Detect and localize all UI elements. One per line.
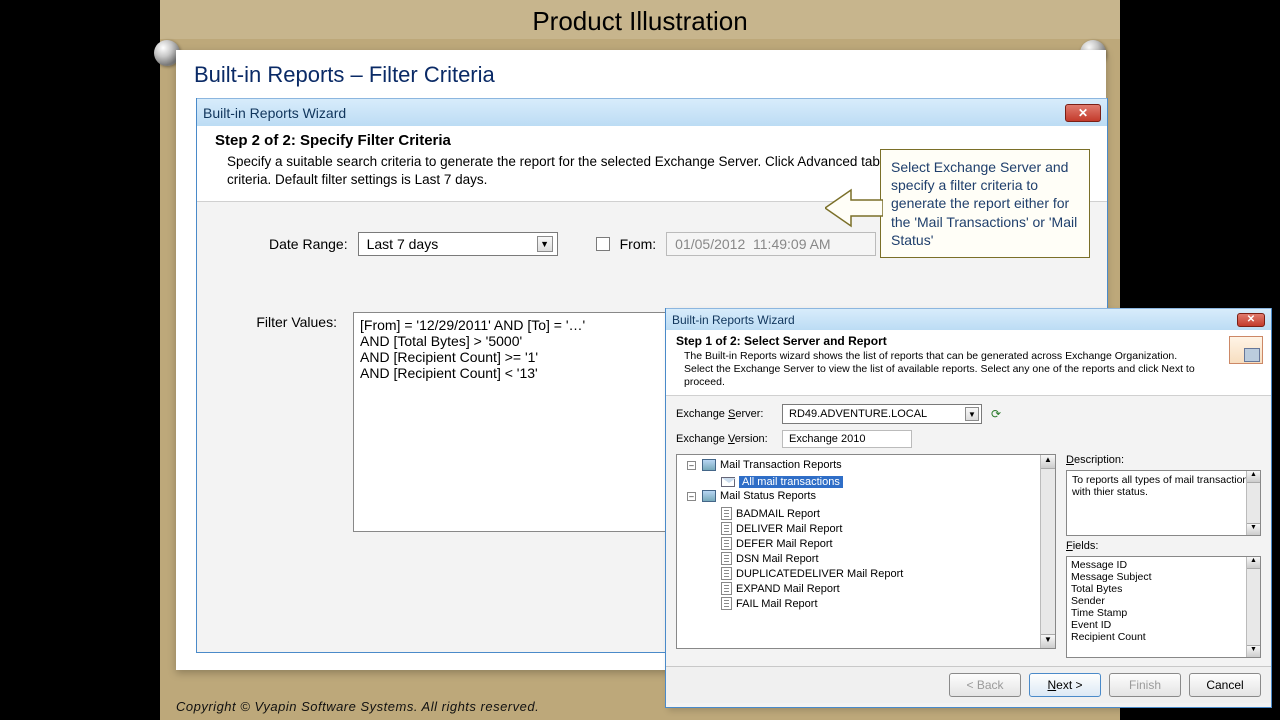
wizard-step1-window: Built-in Reports Wizard ✕ Step 1 of 2: S…	[665, 308, 1272, 708]
document-icon	[721, 522, 732, 535]
step1-description: The Built-in Reports wizard shows the li…	[684, 350, 1204, 389]
arrow-left-icon	[825, 186, 883, 230]
list-item[interactable]: Recipient Count	[1071, 631, 1256, 643]
from-checkbox[interactable]	[596, 237, 610, 251]
date-range-combo[interactable]: Last 7 days ▼	[358, 232, 558, 256]
tree-item[interactable]: DUPLICATEDELIVER Mail Report	[721, 566, 1055, 581]
cancel-button[interactable]: Cancel	[1189, 673, 1261, 697]
document-icon	[721, 552, 732, 565]
tree-item[interactable]: DSN Mail Report	[721, 551, 1055, 566]
wizard-step1-title: Built-in Reports Wizard	[672, 313, 795, 327]
finish-button[interactable]: Finish	[1109, 673, 1181, 697]
chevron-down-icon: ▼	[965, 407, 979, 421]
filter-values-label: Filter Values:	[247, 312, 337, 330]
fields-listbox[interactable]: Message ID Message Subject Total Bytes S…	[1066, 556, 1261, 658]
callout-text: Select Exchange Server and specify a fil…	[891, 159, 1077, 248]
close-button[interactable]: ✕	[1237, 313, 1265, 327]
slide-subtitle: Built-in Reports – Filter Criteria	[194, 62, 1088, 88]
wizard-step2-titlebar[interactable]: Built-in Reports Wizard ✕	[197, 98, 1107, 126]
chevron-down-icon: ▼	[537, 236, 553, 252]
wizard-step2-title: Built-in Reports Wizard	[203, 105, 346, 121]
scrollbar[interactable]: ▲▼	[1040, 455, 1055, 648]
document-icon	[721, 582, 732, 595]
tree-item[interactable]: DELIVER Mail Report	[721, 521, 1055, 536]
document-icon	[721, 567, 732, 580]
tree-group-mail-transaction[interactable]: –Mail Transaction Reports	[687, 458, 1055, 472]
tree-item[interactable]: FAIL Mail Report	[721, 596, 1055, 611]
next-button[interactable]: Next >	[1029, 673, 1101, 697]
tree-group-mail-status[interactable]: –Mail Status Reports	[687, 489, 1055, 503]
exchange-version-field[interactable]	[782, 430, 912, 448]
wizard-step1-titlebar[interactable]: Built-in Reports Wizard ✕	[666, 308, 1271, 330]
list-item[interactable]: Total Bytes	[1071, 583, 1256, 595]
callout-note: Select Exchange Server and specify a fil…	[880, 149, 1090, 258]
exchange-server-label: Exchange Server:	[676, 408, 776, 420]
page-title: Product Illustration	[160, 0, 1120, 39]
step1-heading: Step 1 of 2: Select Server and Report	[676, 334, 1261, 348]
date-range-value: Last 7 days	[367, 236, 439, 252]
document-icon	[721, 537, 732, 550]
step2-heading: Step 2 of 2: Specify Filter Criteria	[215, 132, 1089, 149]
date-range-label: Date Range:	[269, 236, 348, 252]
tree-item-all-mail-transactions[interactable]: All mail transactions	[721, 475, 1055, 489]
back-button[interactable]: < Back	[949, 673, 1021, 697]
close-button[interactable]: ✕	[1065, 104, 1101, 122]
wizard-button-bar: < Back Next > Finish Cancel	[666, 666, 1271, 703]
tree-item[interactable]: EXPAND Mail Report	[721, 581, 1055, 596]
tree-item[interactable]: BADMAIL Report	[721, 506, 1055, 521]
document-icon	[721, 597, 732, 610]
description-box: To reports all types of mail transaction…	[1066, 470, 1261, 536]
exchange-server-combo[interactable]: RD49.ADVENTURE.LOCAL ▼	[782, 404, 982, 424]
description-text: To reports all types of mail transaction…	[1072, 474, 1248, 498]
list-item[interactable]: Message Subject	[1071, 571, 1256, 583]
list-item[interactable]: Event ID	[1071, 619, 1256, 631]
folder-icon	[702, 490, 716, 502]
list-item[interactable]: Message ID	[1071, 559, 1256, 571]
exchange-server-value: RD49.ADVENTURE.LOCAL	[789, 408, 927, 420]
copyright-text: Copyright © Vyapin Software Systems. All…	[176, 699, 539, 714]
refresh-icon[interactable]: ⟳	[988, 406, 1004, 422]
report-tree[interactable]: –Mail Transaction Reports All mail trans…	[676, 454, 1056, 649]
folder-icon	[702, 459, 716, 471]
mail-icon	[721, 477, 735, 487]
tree-item[interactable]: DEFER Mail Report	[721, 536, 1055, 551]
from-label: From:	[620, 236, 657, 252]
document-icon	[721, 507, 732, 520]
exchange-version-label: Exchange Version:	[676, 433, 776, 445]
report-wizard-icon	[1229, 336, 1263, 364]
list-item[interactable]: Sender	[1071, 595, 1256, 607]
scrollbar[interactable]: ▲▼	[1246, 557, 1260, 657]
from-datetime-input[interactable]	[666, 232, 876, 256]
scrollbar[interactable]: ▲▼	[1246, 471, 1260, 535]
list-item[interactable]: Time Stamp	[1071, 607, 1256, 619]
